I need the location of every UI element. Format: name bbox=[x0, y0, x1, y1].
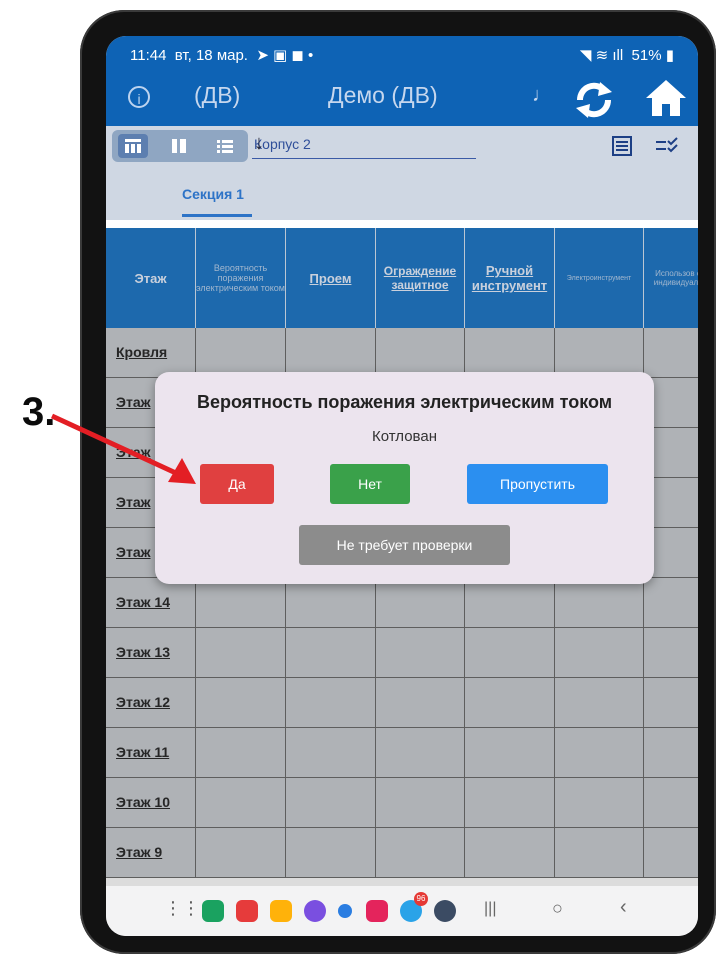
checklist-icon[interactable] bbox=[654, 134, 680, 158]
notification-icons: ➤ ▣ ◼ • bbox=[252, 47, 314, 64]
chat-icon[interactable] bbox=[338, 904, 352, 918]
settings-icon[interactable] bbox=[434, 900, 456, 922]
section-tabs: Секция 1 bbox=[106, 168, 698, 220]
music-note-icon: ♩ bbox=[532, 84, 552, 106]
apps-icon[interactable]: ⋮⋮ bbox=[164, 898, 200, 919]
camera-icon[interactable] bbox=[366, 900, 388, 922]
recents-icon[interactable]: ||| bbox=[484, 900, 496, 918]
navigation-dock: ⋮⋮ 96 ||| ○ ‹ bbox=[106, 886, 698, 936]
dialog-subtitle: Котлован bbox=[372, 428, 437, 445]
status-bar: 11:44 вт, 18 мар. ➤ ▣ ◼ • ◥ ≋ ıll 51% ▮ bbox=[106, 36, 698, 72]
view-switcher bbox=[112, 130, 248, 162]
home-nav-icon[interactable]: ○ bbox=[552, 898, 563, 919]
dialog-title: Вероятность поражения электрическим токо… bbox=[196, 392, 613, 412]
folder-icon[interactable] bbox=[270, 900, 292, 922]
notification-badge: 96 bbox=[414, 892, 428, 906]
list-view-icon[interactable] bbox=[210, 134, 240, 158]
toolbar: Корпус 2 ↓ bbox=[106, 126, 698, 168]
info-icon[interactable]: i bbox=[128, 86, 150, 108]
green-app-icon[interactable] bbox=[202, 900, 224, 922]
battery-icon: ▮ bbox=[665, 47, 674, 64]
title-bar: i (ДВ) Демо (ДВ) ♩ bbox=[106, 74, 698, 126]
report-icon[interactable] bbox=[610, 134, 634, 158]
red-arrow-pointer bbox=[50, 413, 196, 484]
home-icon[interactable] bbox=[644, 76, 688, 120]
header-short-title: (ДВ) bbox=[194, 82, 241, 108]
status-date: вт, 18 мар. bbox=[174, 47, 248, 64]
app-bar: 11:44 вт, 18 мар. ➤ ▣ ◼ • ◥ ≋ ıll 51% ▮ … bbox=[106, 36, 698, 126]
sync-icon[interactable] bbox=[572, 78, 616, 122]
header-title: Демо (ДВ) bbox=[328, 82, 438, 108]
tab-section-1[interactable]: Секция 1 bbox=[182, 186, 244, 202]
signal-icon: ◥ ≋ ıll bbox=[579, 47, 624, 64]
arrow-down-icon: ↓ bbox=[254, 132, 264, 154]
skip-button[interactable]: Пропустить bbox=[467, 464, 608, 504]
back-icon[interactable]: ‹ bbox=[620, 896, 627, 919]
check-dialog: Вероятность поражения электрическим токо… bbox=[155, 372, 654, 584]
not-required-button[interactable]: Не требует проверки bbox=[299, 525, 510, 565]
status-time: 11:44 bbox=[130, 47, 167, 64]
red-app-icon[interactable] bbox=[236, 900, 258, 922]
map-view-icon[interactable] bbox=[164, 134, 194, 158]
purple-app-icon[interactable] bbox=[304, 900, 326, 922]
building-select[interactable]: Корпус 2 ↓ bbox=[252, 132, 476, 159]
table-view-icon[interactable] bbox=[118, 134, 148, 158]
no-button[interactable]: Нет bbox=[330, 464, 410, 504]
tab-indicator bbox=[182, 214, 252, 217]
battery-level: 51% bbox=[631, 47, 662, 64]
yes-button[interactable]: Да bbox=[200, 464, 274, 504]
